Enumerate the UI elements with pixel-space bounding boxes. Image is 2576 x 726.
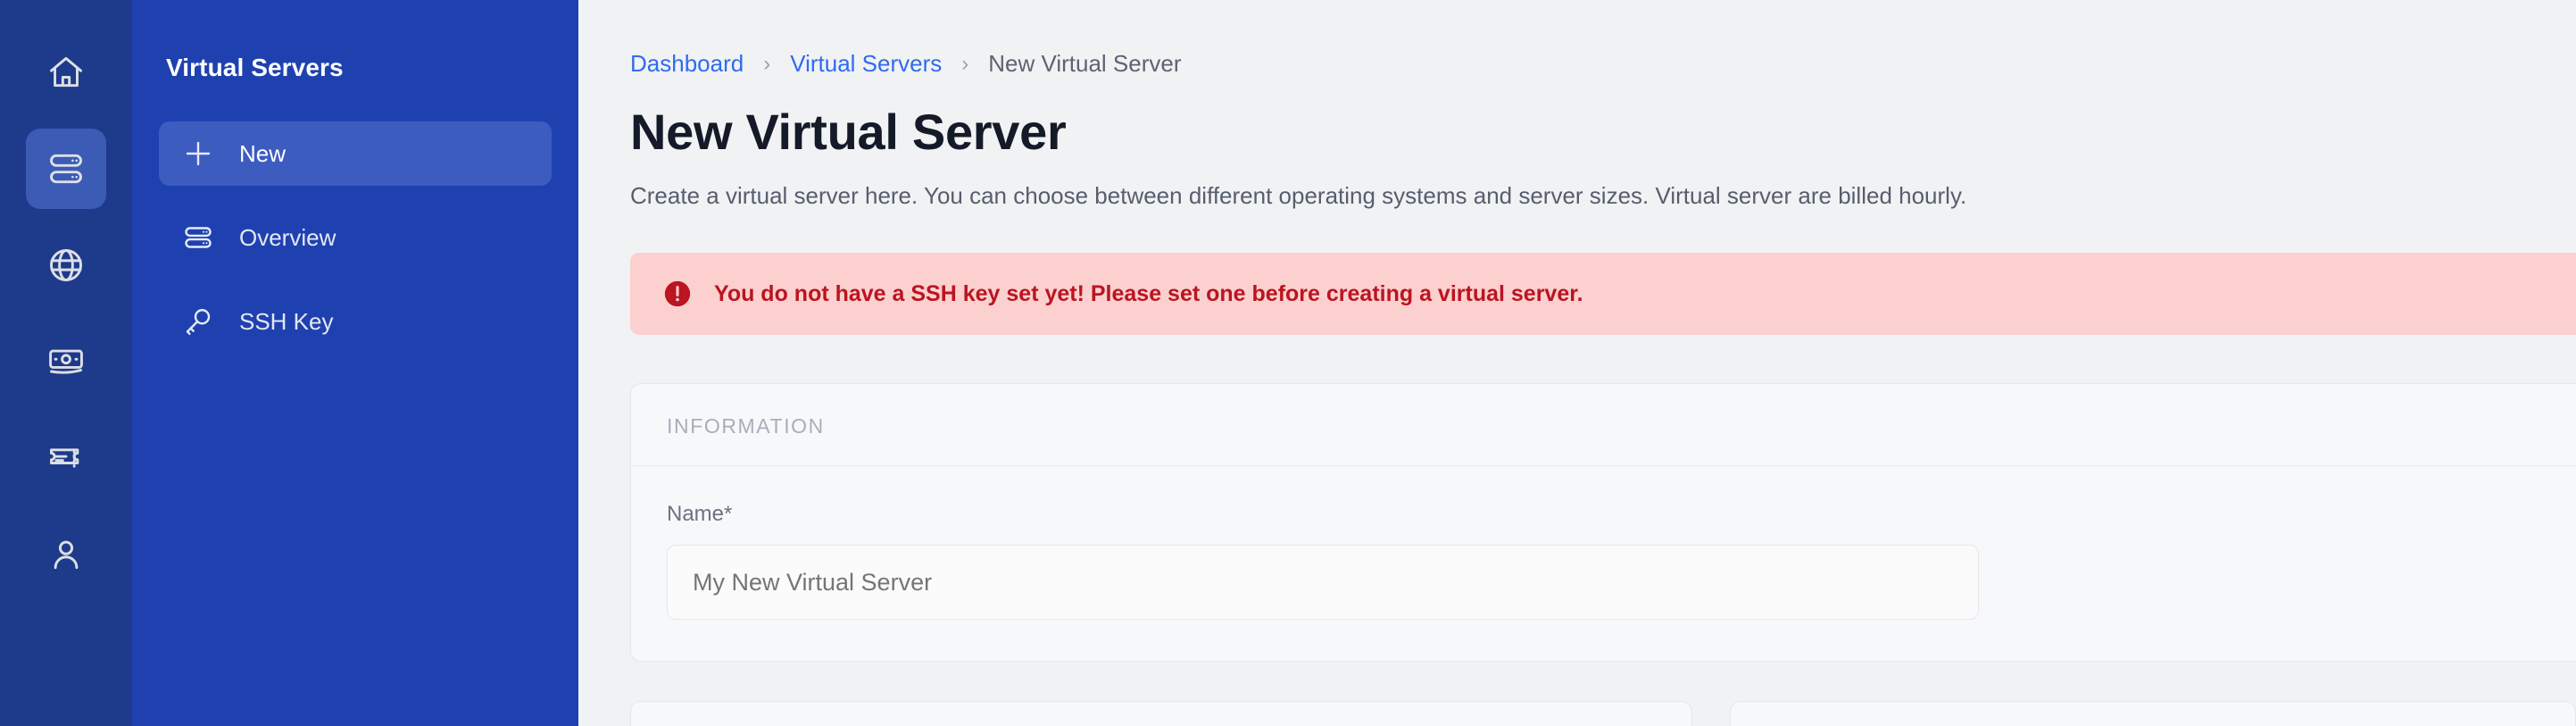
exclamation-circle-icon	[662, 279, 693, 309]
information-card-body: Name*	[631, 466, 2576, 661]
breadcrumb: Dashboard › Virtual Servers › New Virtua…	[630, 50, 2576, 78]
ticket-icon	[46, 438, 86, 478]
rail-item-tickets[interactable]	[26, 418, 106, 498]
rail-item-account[interactable]	[26, 514, 106, 595]
sidebar-nav-list: New Overview SSH Key	[159, 121, 552, 354]
key-icon	[180, 304, 216, 339]
information-card-heading: INFORMATION	[631, 384, 2576, 466]
rail-item-billing[interactable]	[26, 321, 106, 402]
alert-message: You do not have a SSH key set yet! Pleas…	[714, 280, 1583, 306]
sidebar-item-label: New	[239, 139, 287, 167]
app-root: Virtual Servers New Overview SSH Key Das…	[0, 0, 2576, 726]
name-field-label: Name*	[667, 502, 733, 526]
server-icon	[46, 149, 86, 188]
primary-icon-rail	[0, 0, 132, 726]
page-title: New Virtual Server	[630, 104, 1067, 160]
home-icon	[46, 53, 86, 92]
main-content: Dashboard › Virtual Servers › New Virtua…	[578, 0, 2576, 726]
specifications-card-heading: SPECIFICATIONS	[1731, 702, 2575, 726]
sidebar-item-overview[interactable]: Overview	[159, 205, 552, 270]
page-description: Create a virtual server here. You can ch…	[630, 182, 1967, 209]
rail-item-home[interactable]	[26, 32, 106, 113]
image-card-heading: IMAGE	[631, 702, 1691, 726]
sidebar-item-label: Overview	[239, 223, 337, 251]
rail-item-network[interactable]	[26, 225, 106, 305]
banknote-icon	[46, 342, 86, 381]
breadcrumb-item-current: New Virtual Server	[988, 50, 1182, 77]
specifications-card: SPECIFICATIONS	[1730, 701, 2576, 726]
server-icon	[180, 220, 216, 255]
information-card: INFORMATION Name*	[630, 383, 2576, 662]
image-card: IMAGE	[630, 701, 1693, 726]
sidebar-item-label: SSH Key	[239, 307, 334, 335]
user-icon	[46, 535, 86, 574]
rail-item-virtual-servers[interactable]	[26, 129, 106, 209]
ssh-key-warning-alert: You do not have a SSH key set yet! Pleas…	[630, 253, 2576, 335]
globe-icon	[46, 246, 86, 285]
secondary-sidebar: Virtual Servers New Overview SSH Key	[132, 0, 578, 726]
breadcrumb-separator: ›	[961, 51, 969, 76]
breadcrumb-separator: ›	[763, 51, 771, 76]
breadcrumb-item-virtual-servers[interactable]: Virtual Servers	[790, 50, 942, 78]
name-input[interactable]	[667, 545, 1979, 620]
card-row: IMAGE SPECIFICATIONS	[630, 701, 2576, 726]
sidebar-title: Virtual Servers	[166, 54, 344, 81]
sidebar-item-new[interactable]: New	[159, 121, 552, 186]
breadcrumb-item-dashboard[interactable]: Dashboard	[630, 50, 744, 78]
sidebar-item-ssh-key[interactable]: SSH Key	[159, 289, 552, 354]
plus-icon	[180, 136, 216, 171]
